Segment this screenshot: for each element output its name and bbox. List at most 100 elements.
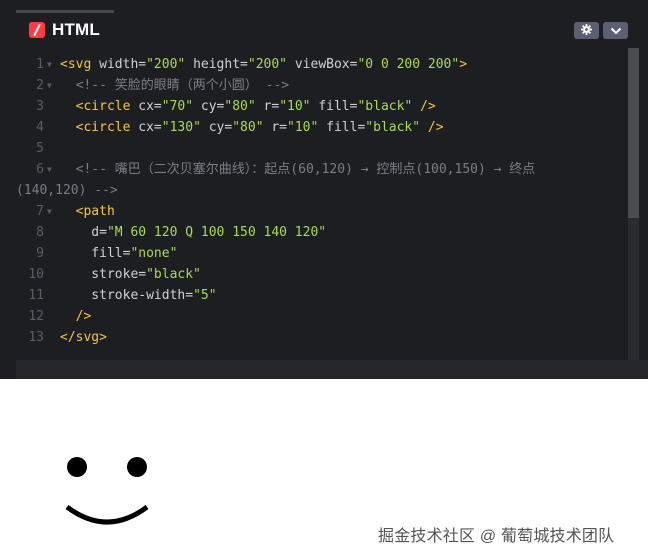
code-token: height=	[185, 57, 248, 72]
line-number: 5	[36, 141, 44, 156]
code-line: 4 <circle cx="130" cy="80" r="10" fill="…	[16, 117, 628, 138]
line-number: 1	[36, 57, 44, 72]
settings-button[interactable]	[574, 22, 599, 39]
line-number: 12	[28, 309, 44, 324]
code-token: />	[412, 99, 436, 114]
line-number: 13	[28, 330, 44, 345]
code-token: "0 0 200 200"	[357, 57, 460, 72]
code-text: fill="none"	[60, 243, 177, 264]
editor-header: HTML	[16, 12, 648, 48]
line-number: 9	[36, 246, 44, 261]
code-token: width=	[99, 57, 147, 72]
code-text: stroke="black"	[60, 264, 201, 285]
code-token: "black"	[357, 99, 413, 114]
code-token: cy=	[193, 99, 225, 114]
code-text: <circle cx="130" cy="80" r="10" fill="bl…	[60, 117, 444, 138]
code-text: (140,120) -->	[16, 180, 118, 201]
code-line: 1 ▼ <svg width="200" height="200" viewBox=…	[16, 54, 628, 75]
editor-footer	[16, 360, 648, 379]
fold-toggle-icon[interactable]: ▼	[47, 75, 52, 96]
code-token: </svg>	[60, 330, 107, 345]
code-line: 8 d="M 60 120 Q 100 150 140 120"	[16, 222, 628, 243]
code-text: d="M 60 120 Q 100 150 140 120"	[60, 222, 326, 243]
code-token: cx=	[138, 120, 162, 135]
code-token: "black"	[365, 120, 421, 135]
line-number: 3	[36, 99, 44, 114]
code-token: <path	[60, 204, 115, 219]
code-token: "70"	[161, 99, 194, 114]
mouth-curve	[65, 504, 149, 525]
code-content[interactable]: 1 ▼ <svg width="200" height="200" viewBox=…	[16, 48, 628, 360]
code-text: />	[60, 306, 92, 327]
code-text: <!-- 嘴巴（二次贝塞尔曲线）：起点(60,120) → 控制点(100,15…	[60, 159, 536, 180]
code-token: stroke-width=	[60, 288, 194, 303]
code-text: <!-- 笑脸的眼睛（两个小圆） -->	[60, 75, 289, 96]
code-token: "10"	[287, 120, 319, 135]
fold-toggle-icon[interactable]: ▼	[47, 201, 52, 222]
code-line: 5	[16, 138, 628, 159]
code-token: fill=	[318, 120, 366, 135]
watermark-text: 掘金技术社区 @ 葡萄城技术团队	[378, 528, 615, 545]
code-token: "130"	[161, 120, 201, 135]
code-token: <circle	[60, 99, 139, 114]
code-token: cx=	[138, 99, 162, 114]
gear-icon	[581, 22, 592, 40]
fold-toggle-icon[interactable]: ▼	[47, 54, 52, 75]
code-token: stroke=	[60, 267, 147, 282]
code-token: "none"	[130, 246, 178, 261]
code-token: <!-- 嘴巴（二次贝塞尔曲线）：起点(60,120) → 控制点(100,15…	[60, 162, 536, 177]
chevron-down-icon	[610, 22, 622, 40]
code-line: 2 ▼ <!-- 笑脸的眼睛（两个小圆） -->	[16, 75, 628, 96]
code-token: "200"	[247, 57, 288, 72]
line-number: 2	[36, 78, 44, 93]
code-editor-panel: HTML 1 ▼ <svg width="200" height="200" v…	[0, 0, 648, 379]
code-text: <svg width="200" height="200" viewBox="0…	[60, 54, 467, 75]
code-token: <!-- 笑脸的眼睛（两个小圆） -->	[60, 78, 290, 93]
code-token: viewBox=	[287, 57, 358, 72]
panel-title: HTML	[52, 20, 101, 39]
code-token: >	[459, 57, 468, 72]
code-token: "80"	[224, 99, 256, 114]
code-line: 9 fill="none"	[16, 243, 628, 264]
line-number: 7	[36, 204, 44, 219]
line-number: 11	[28, 288, 44, 303]
code-token: d=	[60, 225, 107, 240]
code-token: "5"	[193, 288, 217, 303]
code-token: fill=	[60, 246, 131, 261]
code-token: "M 60 120 Q 100 150 140 120"	[106, 225, 327, 240]
code-token: <circle	[60, 120, 139, 135]
fold-toggle-icon[interactable]: ▼	[47, 159, 52, 180]
smiley-face-output	[65, 457, 149, 525]
code-line: 3 <circle cx="70" cy="80" r="10" fill="b…	[16, 96, 628, 117]
code-token: />	[420, 120, 444, 135]
code-line: 10 stroke="black"	[16, 264, 628, 285]
code-line: 12 />	[16, 306, 628, 327]
code-token: cy=	[200, 120, 233, 135]
options-dropdown-button[interactable]	[603, 22, 628, 39]
code-text: stroke-width="5"	[60, 285, 217, 306]
code-text: </svg>	[60, 327, 107, 348]
code-token: r=	[255, 99, 280, 114]
code-line: 13 </svg>	[16, 327, 628, 348]
vertical-scrollbar-thumb[interactable]	[628, 48, 639, 218]
right-eye	[127, 457, 147, 477]
code-line: 11 stroke-width="5"	[16, 285, 628, 306]
code-token: r=	[263, 120, 288, 135]
code-token: (140,120) -->	[16, 183, 118, 198]
code-token: />	[60, 309, 92, 324]
code-token: "80"	[232, 120, 264, 135]
line-number: 8	[36, 225, 44, 240]
code-token: "10"	[279, 99, 311, 114]
code-line: (140,120) -->	[16, 180, 628, 201]
code-text: <circle cx="70" cy="80" r="10" fill="bla…	[60, 96, 436, 117]
left-eye	[67, 457, 87, 477]
line-number: 10	[28, 267, 44, 282]
line-number: 6	[36, 162, 44, 177]
line-number: 4	[36, 120, 44, 135]
code-token: "black"	[146, 267, 201, 282]
code-token: "200"	[146, 57, 186, 72]
code-token: <svg	[60, 57, 100, 72]
code-line: 7 ▼ <path	[16, 201, 628, 222]
code-line: 6 ▼ <!-- 嘴巴（二次贝塞尔曲线）：起点(60,120) → 控制点(100…	[16, 159, 628, 180]
html-logo-icon	[29, 22, 45, 38]
